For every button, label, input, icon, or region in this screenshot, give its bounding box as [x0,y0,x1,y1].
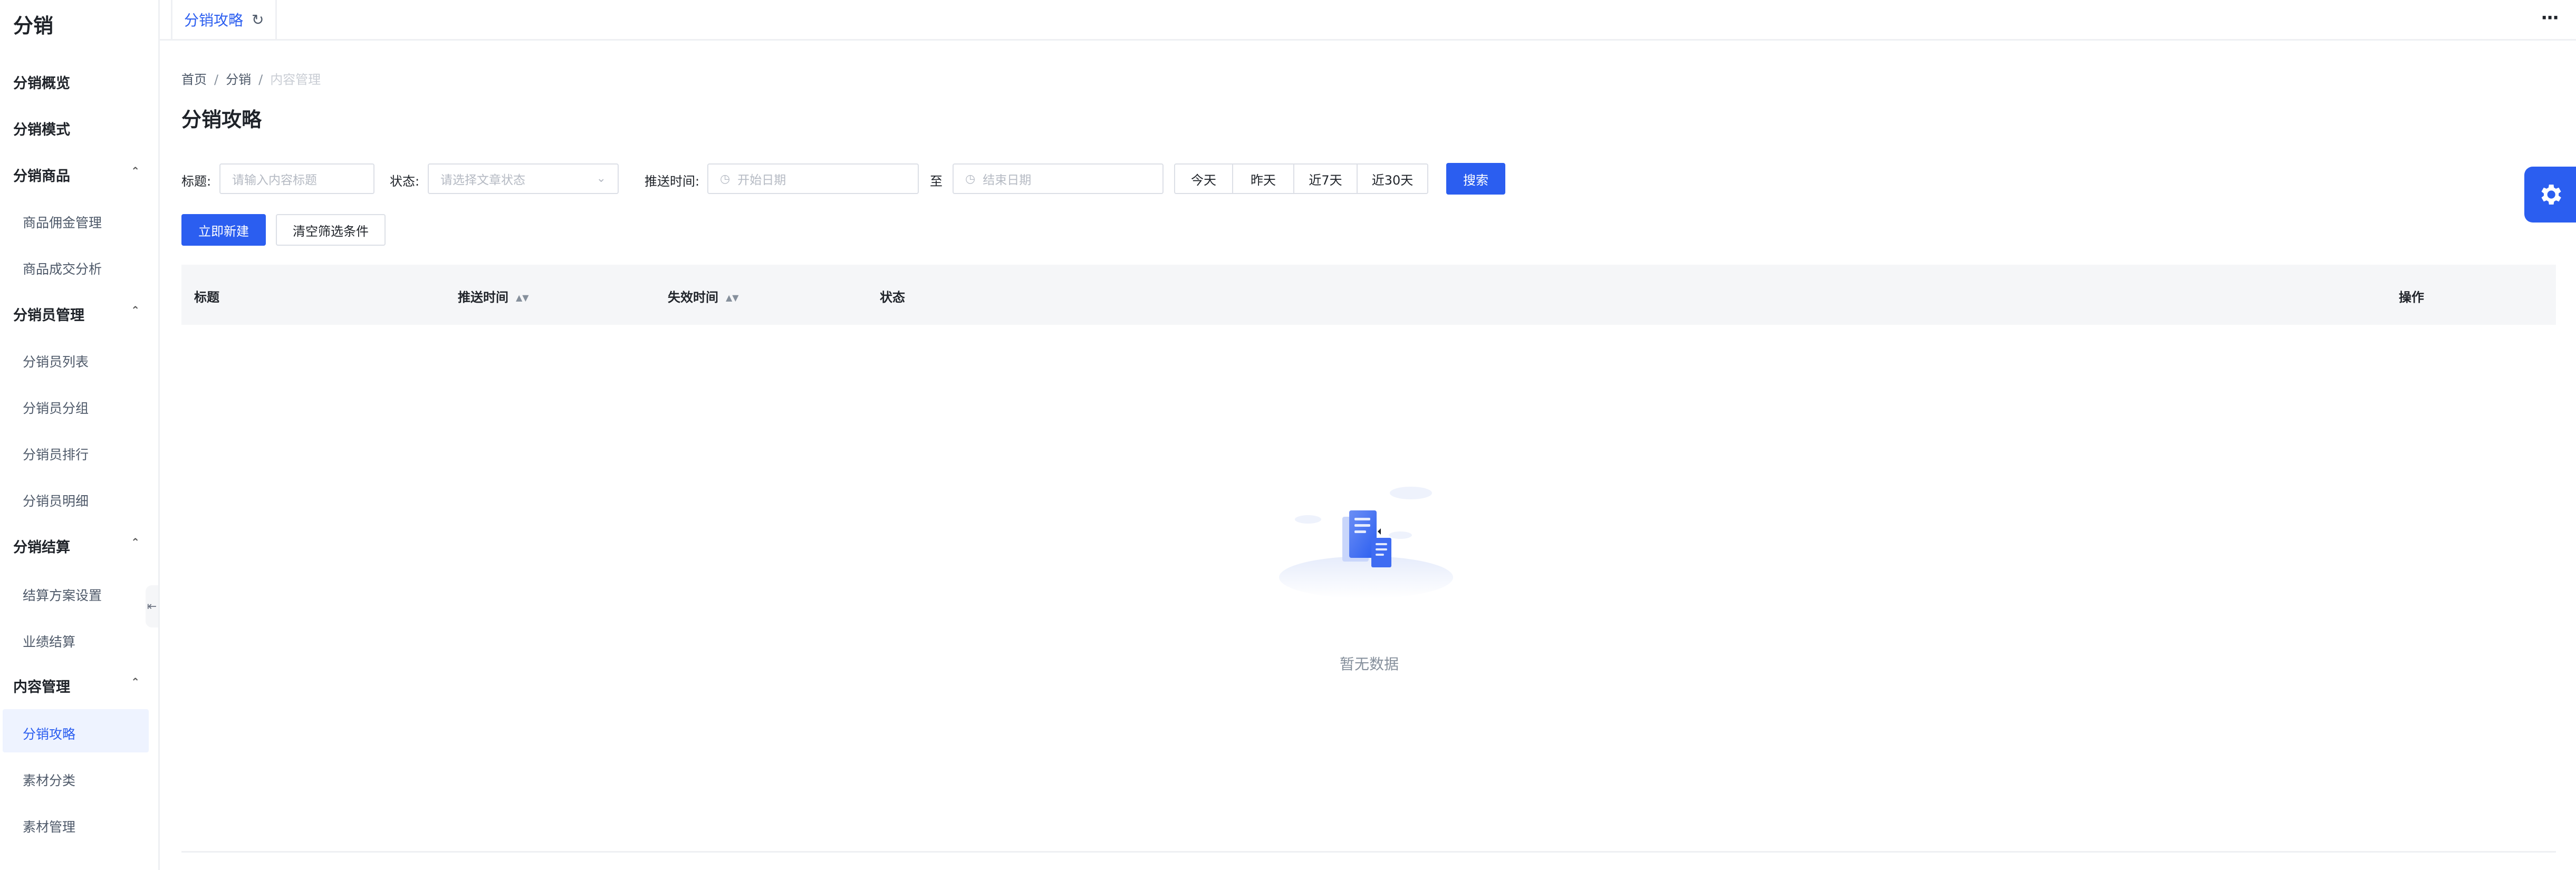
tab-label: 分销攻略 [184,12,244,29]
breadcrumb-current: 内容管理 [270,72,321,87]
chevron-down-icon: ⌄ [596,172,606,185]
sidebar-item-material-management[interactable]: 素材管理 [23,817,75,836]
push-time-label: 推送时间: [645,174,700,189]
sidebar-item-commission[interactable]: 商品佣金管理 [23,212,102,231]
empty-data-illustration [1279,487,1453,598]
sidebar-group-content[interactable]: 内容管理 ⌃ [13,675,140,696]
chevron-up-icon: ⌃ [131,304,140,316]
sidebar-item-distributor-list[interactable]: 分销员列表 [23,352,89,371]
page-title: 分销攻略 [181,108,262,131]
breadcrumb-separator: / [214,72,219,87]
sidebar-item-performance-settlement[interactable]: 业绩结算 [23,632,75,651]
clear-filters-button[interactable]: 清空筛选条件 [276,214,386,246]
quick-range-today[interactable]: 今天 [1174,163,1233,194]
sidebar-item-settlement-plan[interactable]: 结算方案设置 [23,585,102,604]
quick-range-30days[interactable]: 近30天 [1357,163,1428,194]
breadcrumb-distribution[interactable]: 分销 [226,72,251,87]
start-date-placeholder: 开始日期 [737,173,786,187]
quick-range-yesterday[interactable]: 昨天 [1232,163,1294,194]
breadcrumb: 首页 / 分销 / 内容管理 [181,69,321,88]
status-select-placeholder: 请选择文章状态 [440,173,525,187]
chevron-up-icon: ⌃ [131,536,140,548]
column-status: 状态 [880,290,905,305]
sidebar-item-mode[interactable]: 分销模式 [13,118,70,139]
start-date-input[interactable]: ◷ 开始日期 [707,163,919,194]
date-range-separator: 至 [930,174,943,189]
title-input-placeholder: 请输入内容标题 [232,173,317,187]
create-new-button[interactable]: 立即新建 [181,214,266,246]
column-expire-time[interactable]: 失效时间 ▲▼ [668,287,739,305]
table-divider [181,851,2556,853]
refresh-icon[interactable]: ↻ [252,11,264,28]
tab-guides[interactable]: 分销攻略 ↻ [171,0,277,39]
chevron-up-icon: ⌃ [131,165,140,177]
search-button[interactable]: 搜索 [1446,163,1505,195]
quick-range-7days[interactable]: 近7天 [1293,163,1358,194]
column-actions: 操作 [2399,290,2424,305]
column-title: 标题 [194,290,219,305]
floating-settings-button[interactable] [2524,167,2576,223]
chevron-up-icon: ⌃ [131,675,140,688]
sidebar-group-label: 分销结算 [13,539,70,556]
sidebar-item-distributor-details[interactable]: 分销员明细 [23,491,89,510]
sidebar-group-label: 分销员管理 [13,307,84,324]
sidebar-item-guides[interactable]: 分销攻略 [23,724,75,743]
status-filter-label: 状态: [390,174,420,189]
sidebar-item-material-categories[interactable]: 素材分类 [23,770,75,789]
sidebar-group-settlement[interactable]: 分销结算 ⌃ [13,536,140,556]
sidebar-title: 分销 [13,14,54,37]
top-tab-bar: 分销攻略 ↻ ··· [158,0,2576,41]
sidebar-group-label: 分销商品 [13,168,70,185]
breadcrumb-home[interactable]: 首页 [181,72,207,87]
sidebar-group-products[interactable]: 分销商品 ⌃ [13,165,140,185]
table-header: 标题 推送时间 ▲▼ 失效时间 ▲▼ 状态 操作 [181,265,2556,325]
breadcrumb-separator: / [258,72,263,87]
sort-icon[interactable]: ▲▼ [726,293,739,303]
quick-range-group: 今天 昨天 近7天 近30天 [1174,163,1428,194]
sidebar-item-sales-analysis[interactable]: 商品成交分析 [23,259,102,278]
clock-icon: ◷ [720,172,730,186]
sort-icon[interactable]: ▲▼ [516,293,529,303]
sidebar-item-distributor-ranking[interactable]: 分销员排行 [23,444,89,463]
sidebar-collapse-icon[interactable]: ⇤ [146,585,158,627]
sidebar-group-label: 内容管理 [13,679,70,695]
sidebar-group-distributors[interactable]: 分销员管理 ⌃ [13,304,140,324]
gear-icon [2541,185,2561,205]
sidebar-item-distributor-groups[interactable]: 分销员分组 [23,398,89,417]
status-select[interactable]: 请选择文章状态 ⌄ [428,163,619,194]
sidebar-item-overview[interactable]: 分销概览 [13,72,70,92]
column-label: 推送时间 [458,290,508,305]
column-push-time[interactable]: 推送时间 ▲▼ [458,287,529,305]
column-label: 失效时间 [668,290,718,305]
title-input[interactable]: 请输入内容标题 [219,163,374,194]
empty-data-text: 暂无数据 [1340,655,1399,673]
clock-icon: ◷ [965,172,976,186]
more-icon[interactable]: ··· [2541,7,2559,28]
sidebar: 分销 分销概览 分销模式 分销商品 ⌃ 商品佣金管理 商品成交分析 分销员管理 … [0,0,160,870]
title-filter-label: 标题: [181,174,212,189]
end-date-input[interactable]: ◷ 结束日期 [953,163,1164,194]
end-date-placeholder: 结束日期 [983,173,1032,187]
